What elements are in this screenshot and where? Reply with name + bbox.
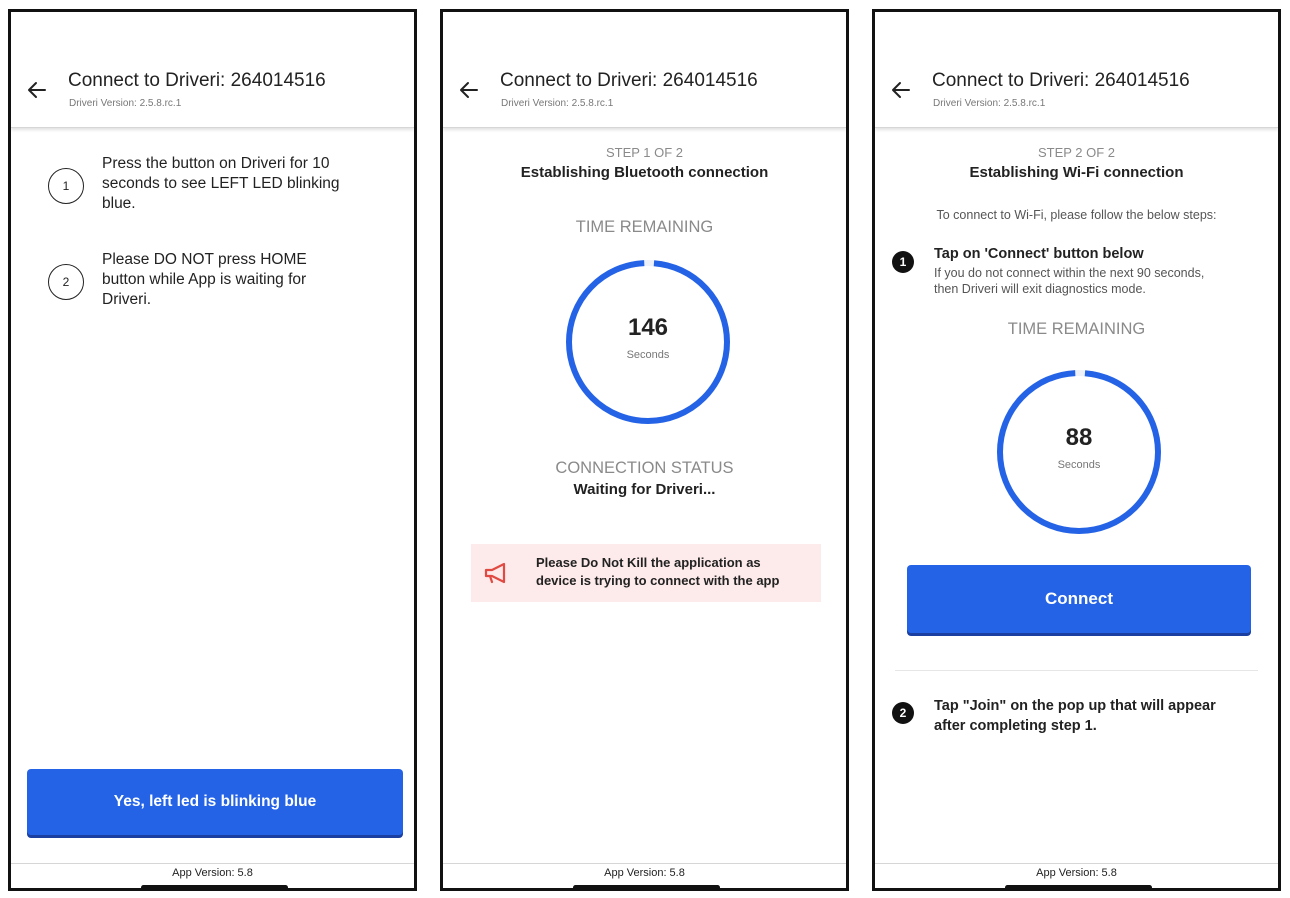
home-indicator[interactable]	[141, 885, 288, 888]
time-remaining-label: TIME REMAINING	[575, 218, 714, 236]
driveri-version: Driveri Version: 2.5.8.rc.1	[501, 98, 614, 109]
step-number-badge: 1	[48, 168, 84, 204]
timer-unit: Seconds	[626, 349, 670, 361]
instruction-text: Please DO NOT press HOME button while Ap…	[102, 250, 394, 310]
connection-status-value: Waiting for Driveri...	[573, 481, 716, 498]
instruction-line: blue.	[102, 195, 136, 212]
countdown-timer: 88 Seconds	[995, 368, 1163, 536]
step-2-line: after completing step 1.	[934, 718, 1097, 734]
instruction-line: seconds to see LEFT LED blinking	[102, 175, 340, 192]
step-2-line: Tap "Join" on the pop up that will appea…	[934, 698, 1216, 714]
driveri-version: Driveri Version: 2.5.8.rc.1	[933, 98, 1046, 109]
step-label: STEP 2 OF 2	[1037, 145, 1116, 160]
instruction-line: button while App is waiting for	[102, 271, 307, 288]
timer-seconds-value: 146	[627, 314, 669, 341]
driveri-version: Driveri Version: 2.5.8.rc.1	[69, 98, 182, 109]
back-arrow-icon[interactable]	[25, 78, 49, 102]
megaphone-icon	[484, 562, 506, 584]
warning-line: device is trying to connect with the app	[536, 573, 780, 588]
step-number-badge: 1	[892, 251, 914, 273]
step-number-badge: 2	[892, 702, 914, 724]
phone-screen-1: Connect to Driveri: 264014516 Driveri Ve…	[8, 9, 417, 891]
footer-divider	[875, 863, 1278, 864]
warning-line: Please Do Not Kill the application as	[536, 555, 761, 570]
instruction-text: Press the button on Driveri for 10 secon…	[102, 154, 394, 214]
step-heading: Establishing Bluetooth connection	[520, 164, 769, 181]
home-indicator[interactable]	[1005, 885, 1152, 888]
step-1-title: Tap on 'Connect' button below	[934, 246, 1144, 262]
countdown-timer: 146 Seconds	[564, 258, 732, 426]
phone-screen-2: Connect to Driveri: 264014516 Driveri Ve…	[440, 9, 849, 891]
section-divider	[895, 670, 1258, 671]
time-remaining-label: TIME REMAINING	[1007, 320, 1146, 338]
step-desc-line: then Driveri will exit diagnostics mode.	[934, 282, 1146, 296]
wifi-intro-text: To connect to Wi-Fi, please follow the b…	[936, 208, 1217, 222]
app-version: App Version: 5.8	[172, 867, 253, 879]
step-desc-line: If you do not connect within the next 90…	[934, 266, 1205, 280]
timer-unit: Seconds	[1057, 459, 1101, 471]
step-label: STEP 1 OF 2	[605, 145, 684, 160]
home-indicator[interactable]	[573, 885, 720, 888]
instruction-line: Press the button on Driveri for 10	[102, 155, 330, 172]
instruction-line: Please DO NOT press HOME	[102, 251, 307, 268]
step-number-badge: 2	[48, 264, 84, 300]
phone-screen-3: Connect to Driveri: 264014516 Driveri Ve…	[872, 9, 1281, 891]
back-arrow-icon[interactable]	[889, 78, 913, 102]
footer-divider	[443, 863, 846, 864]
connect-button[interactable]: Connect	[907, 565, 1251, 633]
footer-divider	[11, 863, 414, 864]
instruction-line: Driveri.	[102, 291, 152, 308]
app-version: App Version: 5.8	[1036, 867, 1117, 879]
warning-text: Please Do Not Kill the application as de…	[536, 554, 779, 590]
warning-banner: Please Do Not Kill the application as de…	[471, 544, 821, 602]
back-arrow-icon[interactable]	[457, 78, 481, 102]
step-2-instruction: Tap "Join" on the pop up that will appea…	[934, 696, 1216, 736]
page-title: Connect to Driveri: 264014516	[932, 70, 1190, 91]
app-header: Connect to Driveri: 264014516 Driveri Ve…	[443, 12, 846, 128]
page-title: Connect to Driveri: 264014516	[68, 70, 326, 91]
timer-ring	[997, 370, 1161, 534]
app-version: App Version: 5.8	[604, 867, 685, 879]
timer-ring	[566, 260, 730, 424]
app-header: Connect to Driveri: 264014516 Driveri Ve…	[11, 12, 414, 128]
page-title: Connect to Driveri: 264014516	[500, 70, 758, 91]
confirm-led-blinking-button[interactable]: Yes, left led is blinking blue	[27, 769, 403, 835]
connection-status-label: CONNECTION STATUS	[555, 459, 734, 477]
step-heading: Establishing Wi-Fi connection	[969, 164, 1184, 181]
step-1-description: If you do not connect within the next 90…	[934, 265, 1204, 297]
timer-seconds-value: 88	[1065, 424, 1093, 451]
app-header: Connect to Driveri: 264014516 Driveri Ve…	[875, 12, 1278, 128]
